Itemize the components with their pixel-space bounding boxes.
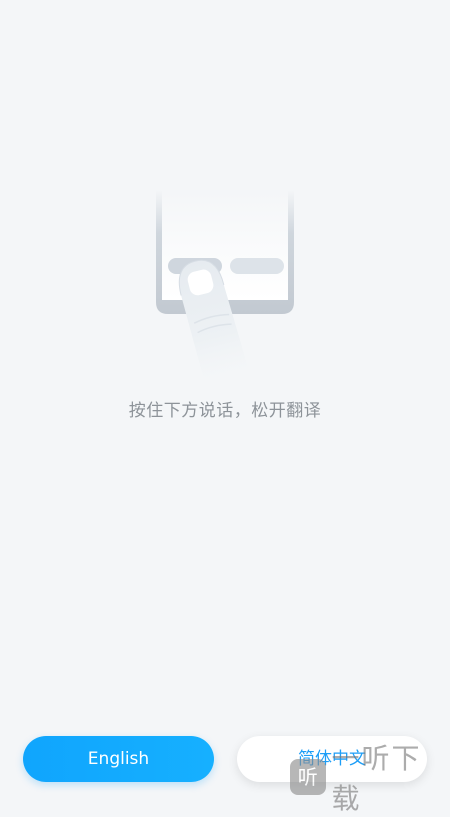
simplified-chinese-button[interactable]: 简体中文	[237, 736, 427, 782]
press-to-speak-hint: 按住下方说话，松开翻译	[128, 401, 322, 421]
translator-screen: 按住下方说话，松开翻译 English 简体中文 听 一听下载	[0, 0, 450, 815]
press-to-speak-illustration	[150, 190, 300, 393]
english-button[interactable]: English	[23, 736, 214, 782]
hand-pressing-phone-icon	[156, 190, 294, 393]
